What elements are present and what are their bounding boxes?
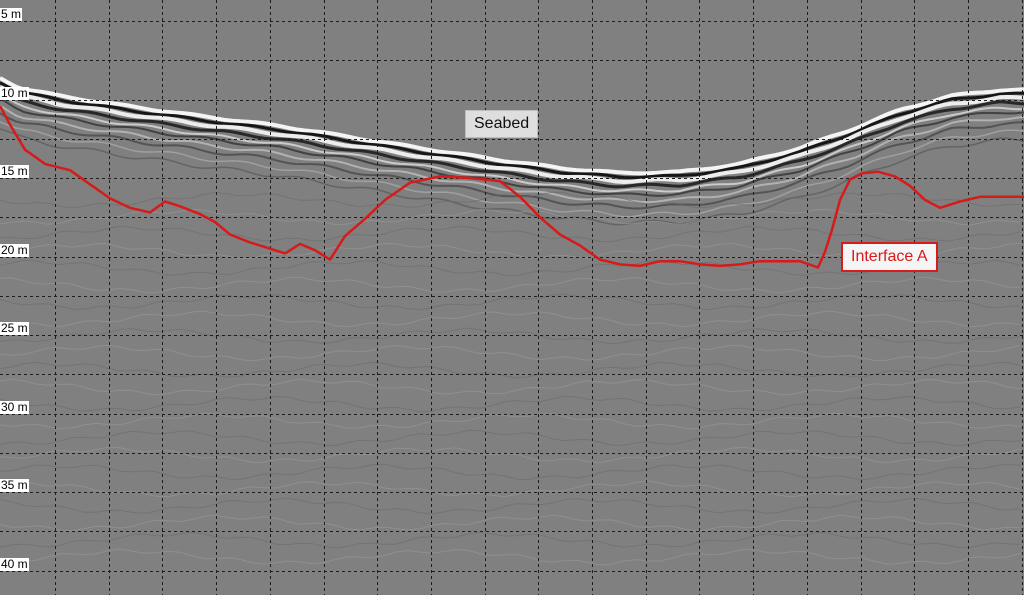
depth-label-25m: 25 m [0,321,29,335]
texture-line [0,378,1021,396]
texture-line [0,412,1021,430]
depth-label-5m: 5 m [0,7,23,21]
interface-a-label: Interface A [841,242,938,272]
texture-line [0,514,1021,532]
depth-label-15m: 15 m [0,164,29,178]
texture-line [0,446,1021,464]
depth-label-35m: 35 m [0,478,29,492]
seismic-profile: 5 m 10 m 15 m 20 m 25 m 30 m 35 m 40 m S… [0,0,1024,595]
texture-line [0,480,1021,498]
reflection-bands [0,76,1024,566]
texture-line [0,361,1021,379]
texture-line [0,276,1020,294]
texture-line [0,463,1021,481]
texture-line [0,225,1021,243]
texture-line [0,310,1021,328]
depth-label-40m: 40 m [0,556,29,571]
texture-line [0,191,1021,209]
texture-line [0,344,1021,362]
depth-label-30m: 30 m [0,399,29,414]
depth-label-10m: 10 m [0,85,29,100]
seismic-section [0,0,1024,595]
texture-line [0,430,1021,447]
depth-label-20m: 20 m [0,242,29,257]
seabed-label: Seabed [465,110,539,138]
texture-line [0,531,1021,549]
texture-line [0,395,1021,413]
texture-line [0,548,1021,566]
texture-line [0,497,1021,515]
